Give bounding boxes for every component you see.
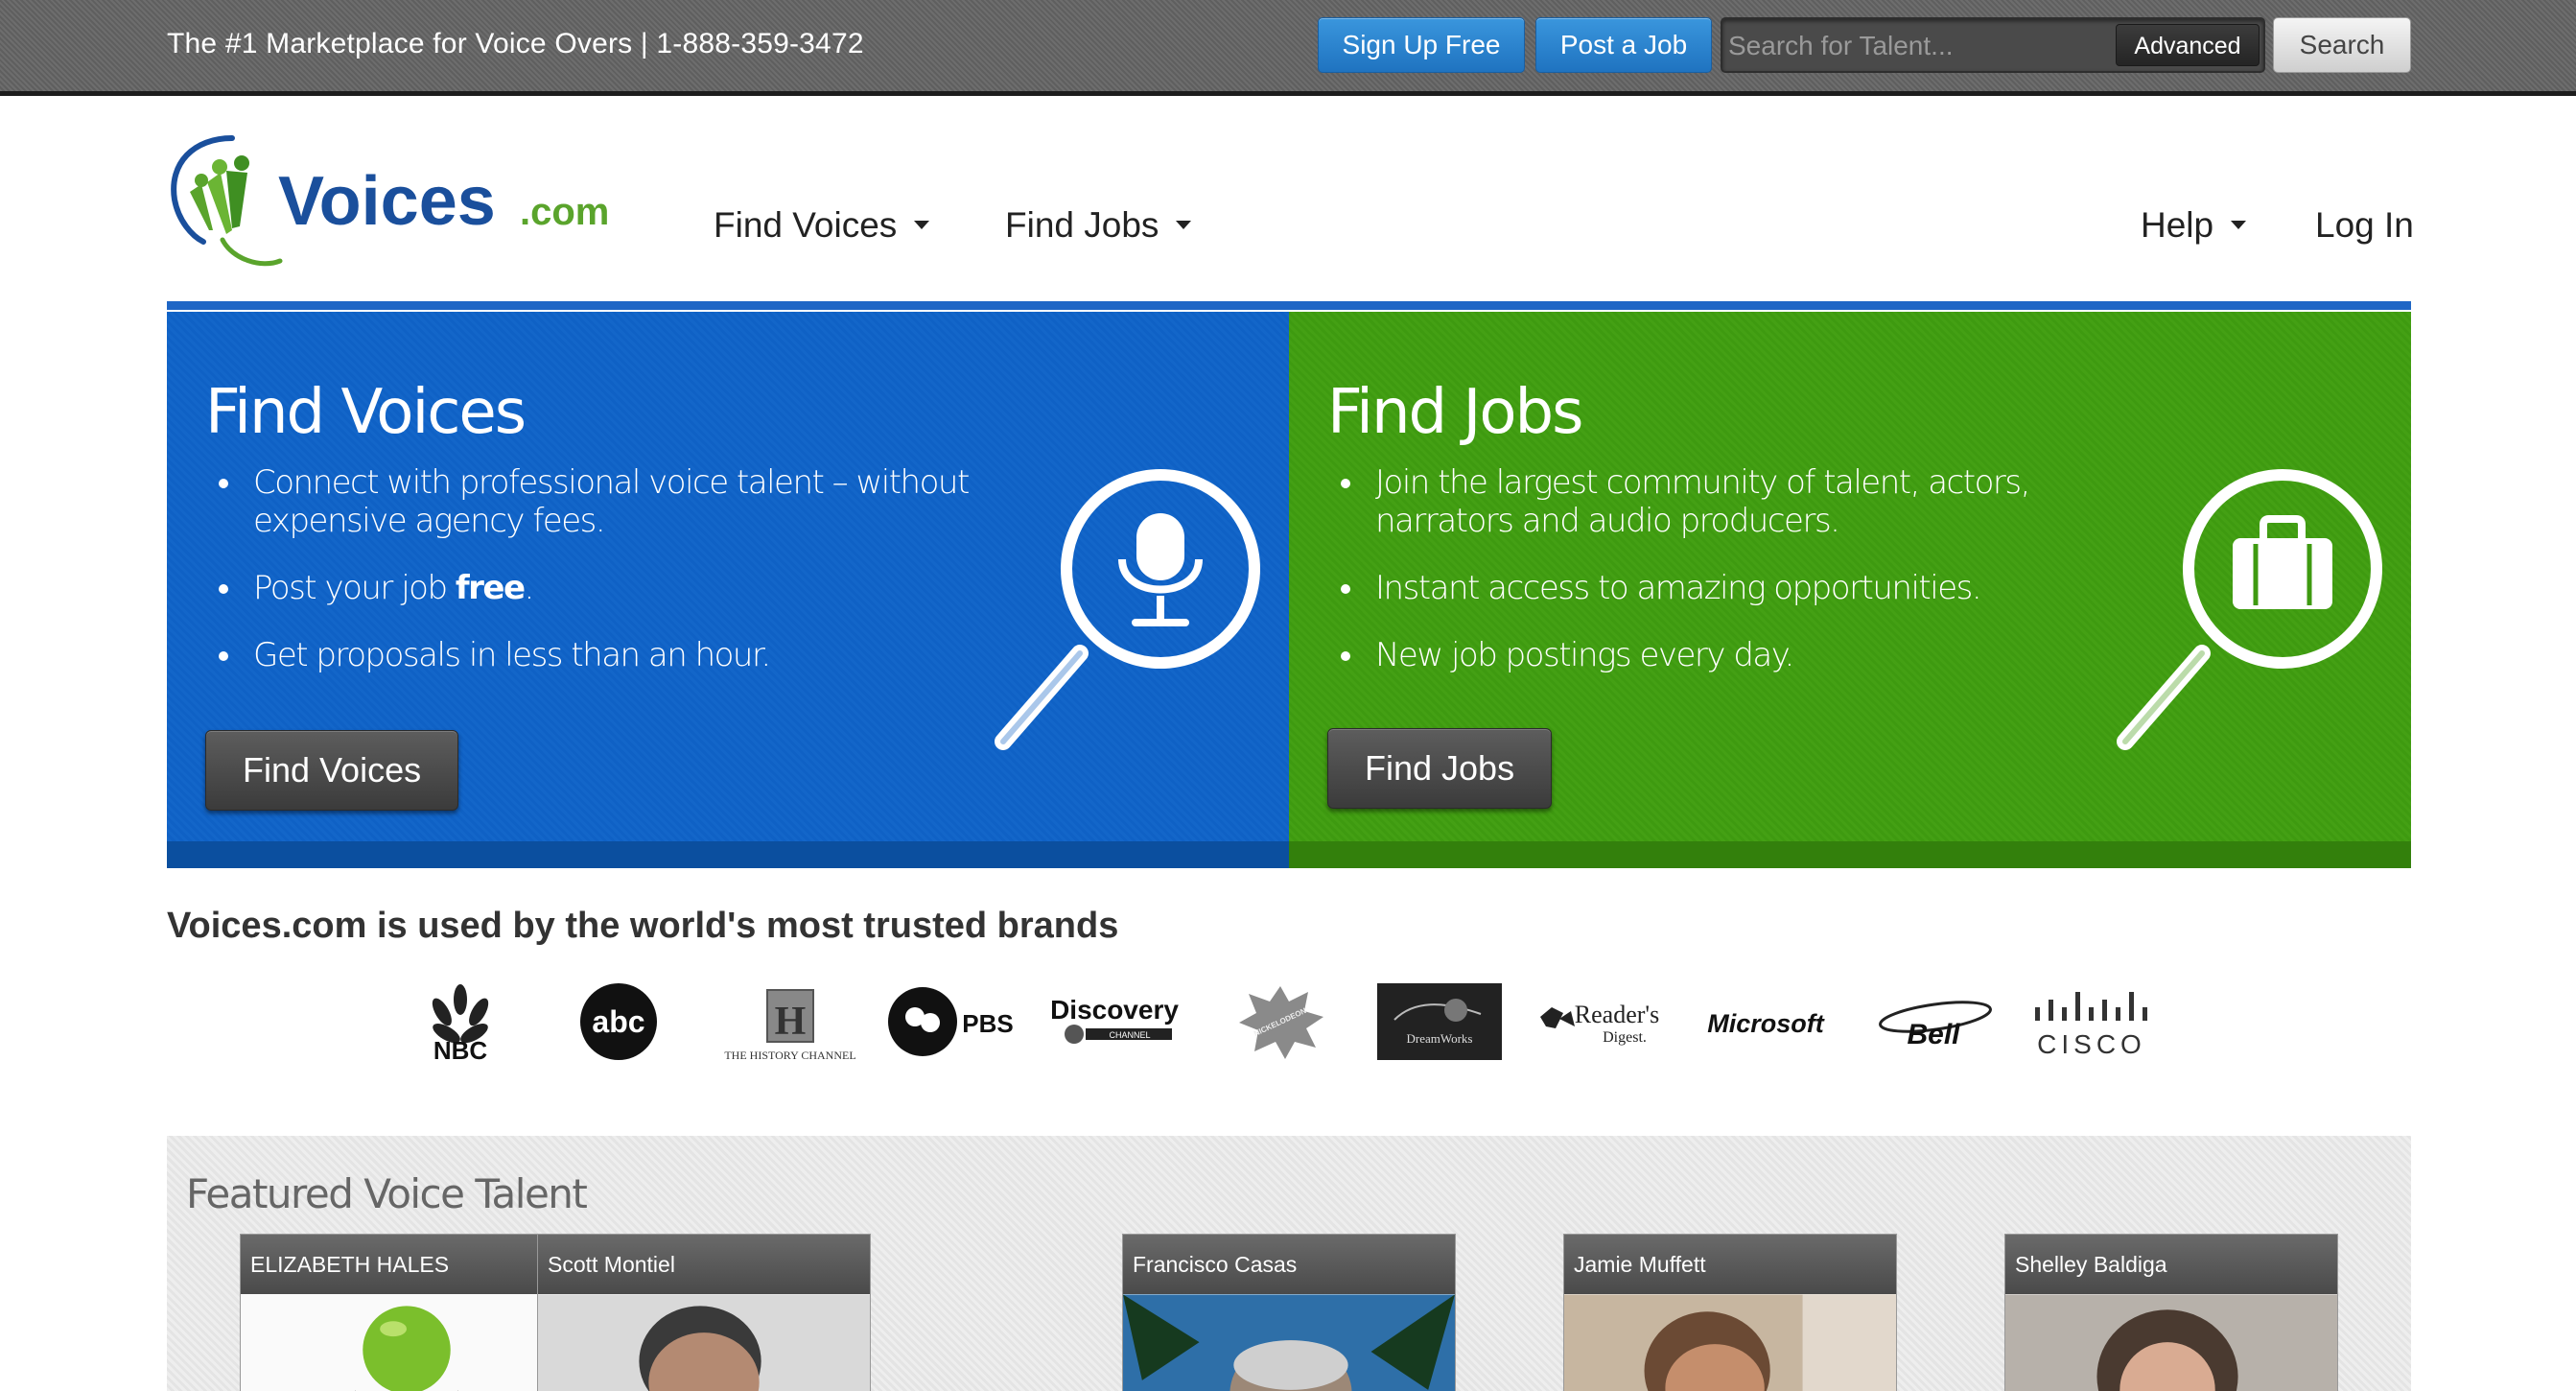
talent-card[interactable]: Shelley Baldiga (2004, 1234, 2338, 1391)
bell-logo-text: Bell (1907, 1019, 1960, 1050)
pbs-logo-text: PBS (962, 1009, 1013, 1038)
voices-logo[interactable]: Voices .com (165, 125, 616, 269)
nav-find-jobs[interactable]: Find Jobs (1005, 205, 1192, 246)
talent-photo[interactable] (1123, 1294, 1455, 1391)
logo-text-voices: Voices (278, 163, 496, 240)
microsoft-logo-text: Microsoft (1707, 1009, 1825, 1038)
history-logo-text: THE HISTORY CHANNEL (724, 1049, 855, 1062)
find-voices-bullets: Connect with professional voice talent –… (205, 463, 972, 703)
brands-heading: Voices.com is used by the world's most t… (167, 906, 1119, 946)
talent-card[interactable]: Francisco Casas (1122, 1234, 1456, 1391)
cisco-logo-text: CISCO (2037, 1029, 2146, 1059)
logo-head-1 (195, 174, 208, 187)
logo-head-3 (234, 155, 249, 171)
abc-logo-text: abc (592, 1004, 644, 1039)
logo-head-2 (212, 159, 227, 175)
history-logo-letter: H (775, 1000, 807, 1044)
find-jobs-footer-bar (1289, 841, 2411, 868)
nav-log-in[interactable]: Log In (2315, 205, 2414, 246)
briefcase-search-icon (2117, 469, 2382, 750)
talent-name[interactable]: Francisco Casas (1123, 1235, 1455, 1294)
nbc-logo: NBC (432, 984, 489, 1065)
logo-figure-1 (190, 184, 213, 230)
find-jobs-panel: Find Jobs Join the largest community of … (1289, 312, 2411, 868)
talent-photo[interactable] (241, 1294, 573, 1391)
find-voices-bullet: Connect with professional voice talent –… (205, 463, 972, 540)
abc-logo: abc (580, 983, 657, 1060)
readers-digest-logo-subtext: Digest. (1603, 1029, 1647, 1046)
find-voices-button[interactable]: Find Voices (205, 730, 459, 811)
talent-card[interactable]: Jamie Muffett (1563, 1234, 1897, 1391)
find-jobs-bullet: Instant access to amazing opportunities. (1327, 569, 2095, 607)
search-button[interactable]: Search (2273, 17, 2411, 73)
nav-help[interactable]: Help (2141, 205, 2247, 246)
find-voices-panel: Find Voices Connect with professional vo… (167, 312, 1289, 868)
readers-digest-logo: Reader's Digest. (1540, 1001, 1659, 1046)
dreamworks-logo-text: DreamWorks (1407, 1031, 1473, 1046)
chevron-down-icon (914, 220, 930, 229)
cisco-logo: CISCO (2035, 992, 2147, 1059)
talent-name[interactable]: ELIZABETH HALES (241, 1235, 573, 1294)
post-a-job-button[interactable]: Post a Job (1535, 17, 1712, 73)
find-jobs-button[interactable]: Find Jobs (1327, 728, 1553, 809)
featured-talent-section: Featured Voice Talent ELIZABETH HALES Sc… (167, 1136, 2411, 1391)
talent-photo[interactable] (1564, 1294, 1896, 1391)
featured-talent-title: Featured Voice Talent (186, 1170, 588, 1217)
find-jobs-bullet: New job postings every day. (1327, 636, 2095, 674)
microsoft-logo: Microsoft (1707, 1009, 1825, 1038)
discovery-logo-subtext: CHANNEL (1109, 1030, 1150, 1040)
discovery-logo: Discovery CHANNEL (1050, 995, 1179, 1044)
search-input[interactable] (1728, 25, 2112, 67)
talent-name[interactable]: Shelley Baldiga (2005, 1235, 2337, 1294)
brand-logo-row: NBC abc H THE HISTORY CHANNEL PBS Discov… (412, 978, 2177, 1065)
pbs-logo: PBS (888, 987, 1014, 1056)
logo-text-com: .com (520, 191, 609, 233)
nav-divider (167, 301, 2411, 310)
advanced-search-button[interactable]: Advanced (2116, 24, 2260, 66)
talent-photo[interactable] (2005, 1294, 2337, 1391)
bullet-text: . (524, 569, 535, 607)
top-bar: The #1 Marketplace for Voice Overs | 1-8… (0, 0, 2576, 96)
sign-up-free-button[interactable]: Sign Up Free (1318, 17, 1525, 73)
chevron-down-icon (1176, 220, 1192, 229)
find-jobs-title: Find Jobs (1327, 377, 1583, 448)
nickelodeon-logo: NICKELODEON (1239, 986, 1323, 1059)
nav-find-jobs-label: Find Jobs (1005, 205, 1159, 245)
tagline: The #1 Marketplace for Voice Overs | 1-8… (167, 28, 864, 59)
talent-card[interactable]: ELIZABETH HALES (240, 1234, 574, 1391)
find-voices-bullet: Post your job free. (205, 569, 972, 607)
talent-photo[interactable] (538, 1294, 870, 1391)
nav-find-voices-label: Find Voices (714, 205, 898, 245)
bell-logo: Bell (1879, 1001, 1992, 1050)
find-voices-title: Find Voices (205, 377, 527, 448)
find-jobs-bullets: Join the largest community of talent, ac… (1327, 463, 2095, 703)
chevron-down-icon (2231, 220, 2247, 229)
talent-card[interactable]: Scott Montiel (537, 1234, 871, 1391)
talent-name[interactable]: Jamie Muffett (1564, 1235, 1896, 1294)
talent-name[interactable]: Scott Montiel (538, 1235, 870, 1294)
nav-find-voices[interactable]: Find Voices (714, 205, 930, 246)
history-channel-logo: H THE HISTORY CHANNEL (724, 989, 856, 1062)
find-voices-footer-bar (167, 841, 1289, 868)
discovery-logo-text: Discovery (1050, 995, 1179, 1025)
find-voices-bullet: Get proposals in less than an hour. (205, 636, 972, 674)
bullet-bold-text: free (455, 569, 526, 607)
readers-digest-logo-text: Reader's (1575, 1001, 1659, 1028)
nbc-logo-text: NBC (433, 1036, 488, 1065)
find-jobs-bullet: Join the largest community of talent, ac… (1327, 463, 2095, 540)
dreamworks-logo: DreamWorks (1377, 983, 1502, 1060)
bullet-text: Post your job (253, 569, 456, 607)
nav-help-label: Help (2141, 205, 2214, 245)
logo-swoosh-green (220, 237, 283, 267)
search-box: Advanced (1721, 17, 2265, 73)
microphone-search-icon (995, 469, 1260, 750)
